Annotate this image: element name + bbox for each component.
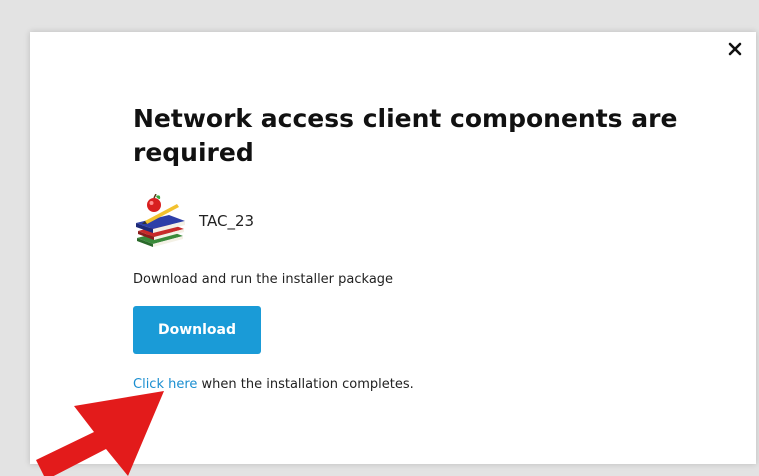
close-button[interactable] <box>726 40 744 58</box>
dialog-title: Network access client components are req… <box>133 104 678 167</box>
books-with-apple-icon <box>136 194 185 247</box>
instruction-text: Download and run the installer package <box>133 272 394 287</box>
completion-message: Click here when the installation complet… <box>133 377 414 392</box>
app-name: TAC_23 <box>199 212 255 230</box>
completion-rest-text: when the installation completes. <box>197 377 414 392</box>
close-icon <box>728 42 742 56</box>
red-arrow-icon <box>36 391 164 476</box>
app-row: TAC_23 <box>133 194 254 248</box>
download-button[interactable]: Download <box>133 306 261 354</box>
